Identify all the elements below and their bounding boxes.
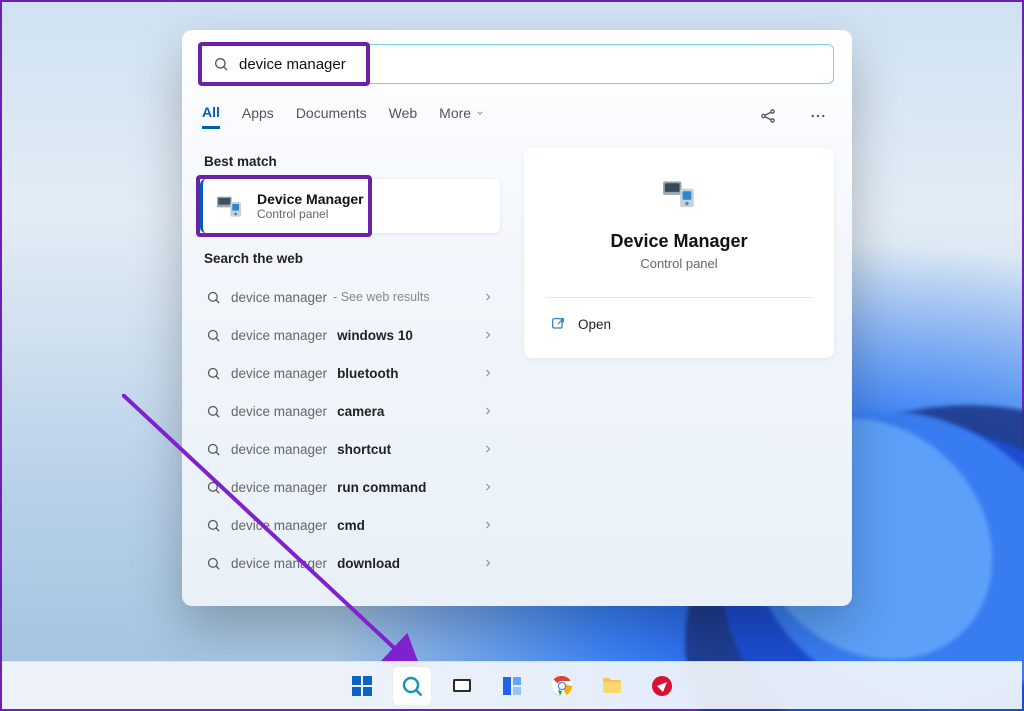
search-icon <box>206 290 221 305</box>
chevron-down-icon <box>475 108 485 118</box>
device-manager-icon <box>213 190 245 222</box>
web-suggestion[interactable]: device manager download <box>200 544 500 582</box>
divider <box>546 297 812 298</box>
search-box[interactable] <box>200 44 834 84</box>
search-icon <box>206 442 221 457</box>
best-match-result[interactable]: Device Manager Control panel <box>200 179 500 233</box>
preview-subtitle: Control panel <box>640 256 717 271</box>
result-preview-card: Device Manager Control panel Open <box>524 148 834 358</box>
share-icon[interactable] <box>754 102 782 130</box>
chevron-right-icon <box>482 557 494 569</box>
search-web-heading: Search the web <box>204 251 500 266</box>
tab-more-label: More <box>439 105 471 121</box>
taskbar-start-button[interactable] <box>342 666 382 706</box>
web-suggestions: device manager - See web results device … <box>200 278 500 582</box>
web-suggestion-top[interactable]: device manager - See web results <box>200 278 500 316</box>
chevron-right-icon <box>482 481 494 493</box>
open-icon <box>550 316 566 332</box>
search-icon <box>206 480 221 495</box>
chevron-right-icon <box>482 291 494 303</box>
chevron-right-icon <box>482 519 494 531</box>
taskbar-widgets-button[interactable] <box>492 666 532 706</box>
chevron-right-icon <box>482 443 494 455</box>
tab-web[interactable]: Web <box>389 105 418 127</box>
folder-icon <box>600 674 624 698</box>
web-suggestion[interactable]: device manager run command <box>200 468 500 506</box>
open-label: Open <box>578 317 611 332</box>
web-suggestion[interactable]: device manager cmd <box>200 506 500 544</box>
search-panel: All Apps Documents Web More Best match <box>182 30 852 606</box>
widgets-icon <box>500 674 524 698</box>
chevron-right-icon <box>482 329 494 341</box>
taskbar-taskview-button[interactable] <box>442 666 482 706</box>
web-suggestion[interactable]: device manager bluetooth <box>200 354 500 392</box>
tab-more[interactable]: More <box>439 105 485 127</box>
search-icon <box>206 404 221 419</box>
taskbar-app-button[interactable] <box>642 666 682 706</box>
search-icon <box>206 556 221 571</box>
taskbar-search-button[interactable] <box>392 666 432 706</box>
search-icon <box>206 328 221 343</box>
search-input[interactable] <box>239 45 821 83</box>
taskbar <box>2 661 1022 709</box>
taskview-icon <box>450 674 474 698</box>
best-match-title: Device Manager <box>257 191 364 207</box>
windows-icon <box>350 674 374 698</box>
tab-all[interactable]: All <box>202 104 220 129</box>
search-icon <box>206 518 221 533</box>
tab-apps[interactable]: Apps <box>242 105 274 127</box>
web-suggestion[interactable]: device manager windows 10 <box>200 316 500 354</box>
preview-title: Device Manager <box>610 231 747 252</box>
chevron-right-icon <box>482 405 494 417</box>
filter-tabs: All Apps Documents Web More <box>202 102 832 130</box>
chevron-right-icon <box>482 367 494 379</box>
search-icon <box>206 366 221 381</box>
more-options-icon[interactable] <box>804 102 832 130</box>
best-match-heading: Best match <box>204 154 500 169</box>
best-match-subtitle: Control panel <box>257 207 364 221</box>
web-suggestion[interactable]: device manager camera <box>200 392 500 430</box>
tab-documents[interactable]: Documents <box>296 105 367 127</box>
chrome-icon <box>550 674 574 698</box>
taskbar-explorer-button[interactable] <box>592 666 632 706</box>
app-icon <box>650 674 674 698</box>
search-icon <box>400 674 424 698</box>
device-manager-icon <box>650 174 708 213</box>
search-icon <box>213 56 229 72</box>
taskbar-chrome-button[interactable] <box>542 666 582 706</box>
web-suggestion[interactable]: device manager shortcut <box>200 430 500 468</box>
open-action[interactable]: Open <box>546 310 812 338</box>
